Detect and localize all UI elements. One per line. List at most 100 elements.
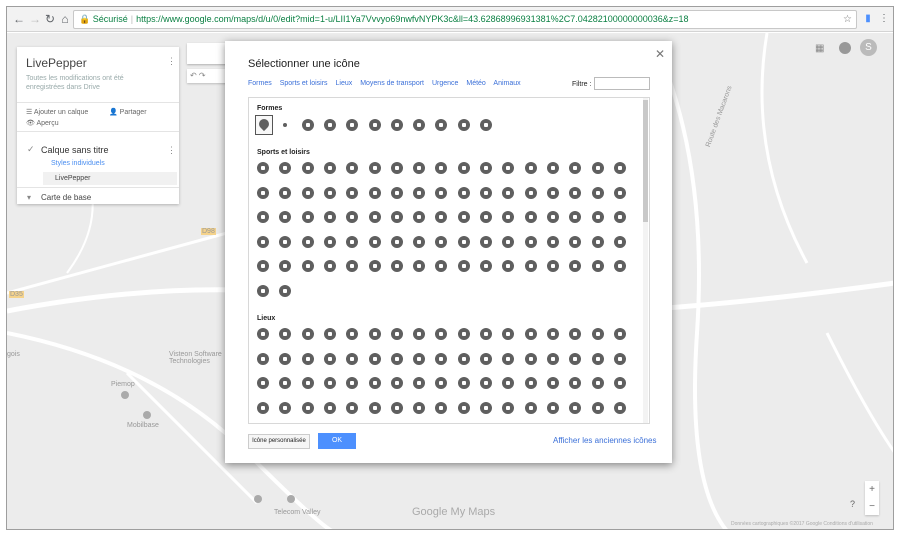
sports-icon[interactable] xyxy=(257,235,269,248)
place-icon[interactable] xyxy=(323,328,336,340)
sports-icon[interactable] xyxy=(569,235,582,248)
star-icon[interactable] xyxy=(390,119,403,131)
custom-icon-button[interactable]: Icône personnalisée xyxy=(248,434,310,449)
sports-icon[interactable] xyxy=(457,162,470,174)
sports-icon[interactable] xyxy=(301,211,314,223)
sports-icon[interactable] xyxy=(257,260,269,272)
sports-icon[interactable] xyxy=(413,235,426,248)
sports-icon[interactable] xyxy=(435,211,448,223)
tab-meteo[interactable]: Météo xyxy=(466,80,485,87)
place-icon[interactable] xyxy=(413,328,426,340)
sports-icon[interactable] xyxy=(613,211,626,223)
place-icon[interactable] xyxy=(569,328,582,340)
sports-icon[interactable] xyxy=(368,211,381,223)
address-bar[interactable]: 🔒 Sécurisé | https://www.google.com/maps/d… xyxy=(73,10,857,29)
sports-icon[interactable] xyxy=(346,162,359,174)
place-icon[interactable] xyxy=(435,401,448,414)
sports-icon[interactable] xyxy=(569,260,582,272)
sports-icon[interactable] xyxy=(524,186,537,199)
sports-icon[interactable] xyxy=(480,186,492,199)
place-icon[interactable] xyxy=(257,328,269,340)
place-icon[interactable] xyxy=(524,401,537,414)
place-icon[interactable] xyxy=(323,377,336,389)
place-icon[interactable] xyxy=(480,401,492,414)
place-icon[interactable] xyxy=(613,377,626,389)
sports-icon[interactable] xyxy=(390,186,403,199)
sports-icon[interactable] xyxy=(480,235,492,248)
sports-icon[interactable] xyxy=(546,260,559,272)
layer-item[interactable]: LivePepper xyxy=(43,172,177,185)
place-icon[interactable] xyxy=(413,377,426,389)
sports-icon[interactable] xyxy=(502,235,515,248)
sports-icon[interactable] xyxy=(323,211,336,223)
place-icon[interactable] xyxy=(368,401,381,414)
place-icon[interactable] xyxy=(613,328,626,340)
sports-icon[interactable] xyxy=(524,162,537,174)
sports-icon[interactable] xyxy=(368,186,381,199)
sports-icon[interactable] xyxy=(524,260,537,272)
place-icon[interactable] xyxy=(524,377,537,389)
sports-icon[interactable] xyxy=(480,260,492,272)
zoom-in-button[interactable]: + xyxy=(865,481,879,498)
place-icon[interactable] xyxy=(257,401,269,414)
place-icon[interactable] xyxy=(569,401,582,414)
place-icon[interactable] xyxy=(524,328,537,340)
sports-icon[interactable] xyxy=(435,162,448,174)
place-icon[interactable] xyxy=(502,328,515,340)
sports-icon[interactable] xyxy=(546,211,559,223)
sports-icon[interactable] xyxy=(279,235,292,248)
place-icon[interactable] xyxy=(279,377,292,389)
heart-icon[interactable] xyxy=(413,119,426,131)
ok-button[interactable]: OK xyxy=(318,433,356,449)
sports-icon[interactable] xyxy=(390,162,403,174)
sports-icon[interactable] xyxy=(569,186,582,199)
bookmark-star-icon[interactable]: ☆ xyxy=(843,11,852,28)
sports-icon[interactable] xyxy=(323,235,336,248)
place-icon[interactable] xyxy=(546,401,559,414)
sports-icon[interactable] xyxy=(257,162,269,174)
place-icon[interactable] xyxy=(390,328,403,340)
sports-icon[interactable] xyxy=(390,260,403,272)
avatar[interactable]: S xyxy=(860,39,877,56)
sports-icon[interactable] xyxy=(368,235,381,248)
help-icon[interactable]: ? xyxy=(850,499,855,509)
place-icon[interactable] xyxy=(480,377,492,389)
place-icon[interactable] xyxy=(368,352,381,365)
place-icon[interactable] xyxy=(390,352,403,365)
place-icon[interactable] xyxy=(613,401,626,414)
menu-dots-icon[interactable]: ⋮ xyxy=(877,12,891,26)
place-icon[interactable] xyxy=(435,352,448,365)
sports-icon[interactable] xyxy=(301,235,314,248)
sports-icon[interactable] xyxy=(591,162,604,174)
map-title[interactable]: LivePepper xyxy=(26,56,87,70)
sports-icon[interactable] xyxy=(413,211,426,223)
sports-icon[interactable] xyxy=(301,260,314,272)
sports-icon[interactable] xyxy=(346,211,359,223)
sports-icon[interactable] xyxy=(569,211,582,223)
place-icon[interactable] xyxy=(457,328,470,340)
place-icon[interactable] xyxy=(613,352,626,365)
place-icon[interactable] xyxy=(502,352,515,365)
sports-icon[interactable] xyxy=(457,211,470,223)
sports-icon[interactable] xyxy=(546,235,559,248)
sports-icon[interactable] xyxy=(502,211,515,223)
place-icon[interactable] xyxy=(413,352,426,365)
place-icon[interactable] xyxy=(591,377,604,389)
tab-formes[interactable]: Formes xyxy=(248,80,272,87)
sports-icon[interactable] xyxy=(323,162,336,174)
sports-icon[interactable] xyxy=(346,260,359,272)
sports-icon[interactable] xyxy=(346,235,359,248)
sports-icon[interactable] xyxy=(569,162,582,174)
place-icon[interactable] xyxy=(502,377,515,389)
sports-icon[interactable] xyxy=(502,260,515,272)
place-icon[interactable] xyxy=(591,352,604,365)
sports-icon[interactable] xyxy=(368,162,381,174)
sports-icon[interactable] xyxy=(257,284,269,297)
sports-icon[interactable] xyxy=(279,162,292,174)
sports-icon[interactable] xyxy=(546,162,559,174)
place-icon[interactable] xyxy=(502,401,515,414)
place-icon[interactable] xyxy=(457,401,470,414)
sports-icon[interactable] xyxy=(413,260,426,272)
ring-icon[interactable] xyxy=(368,119,381,131)
square-icon[interactable] xyxy=(323,119,336,131)
